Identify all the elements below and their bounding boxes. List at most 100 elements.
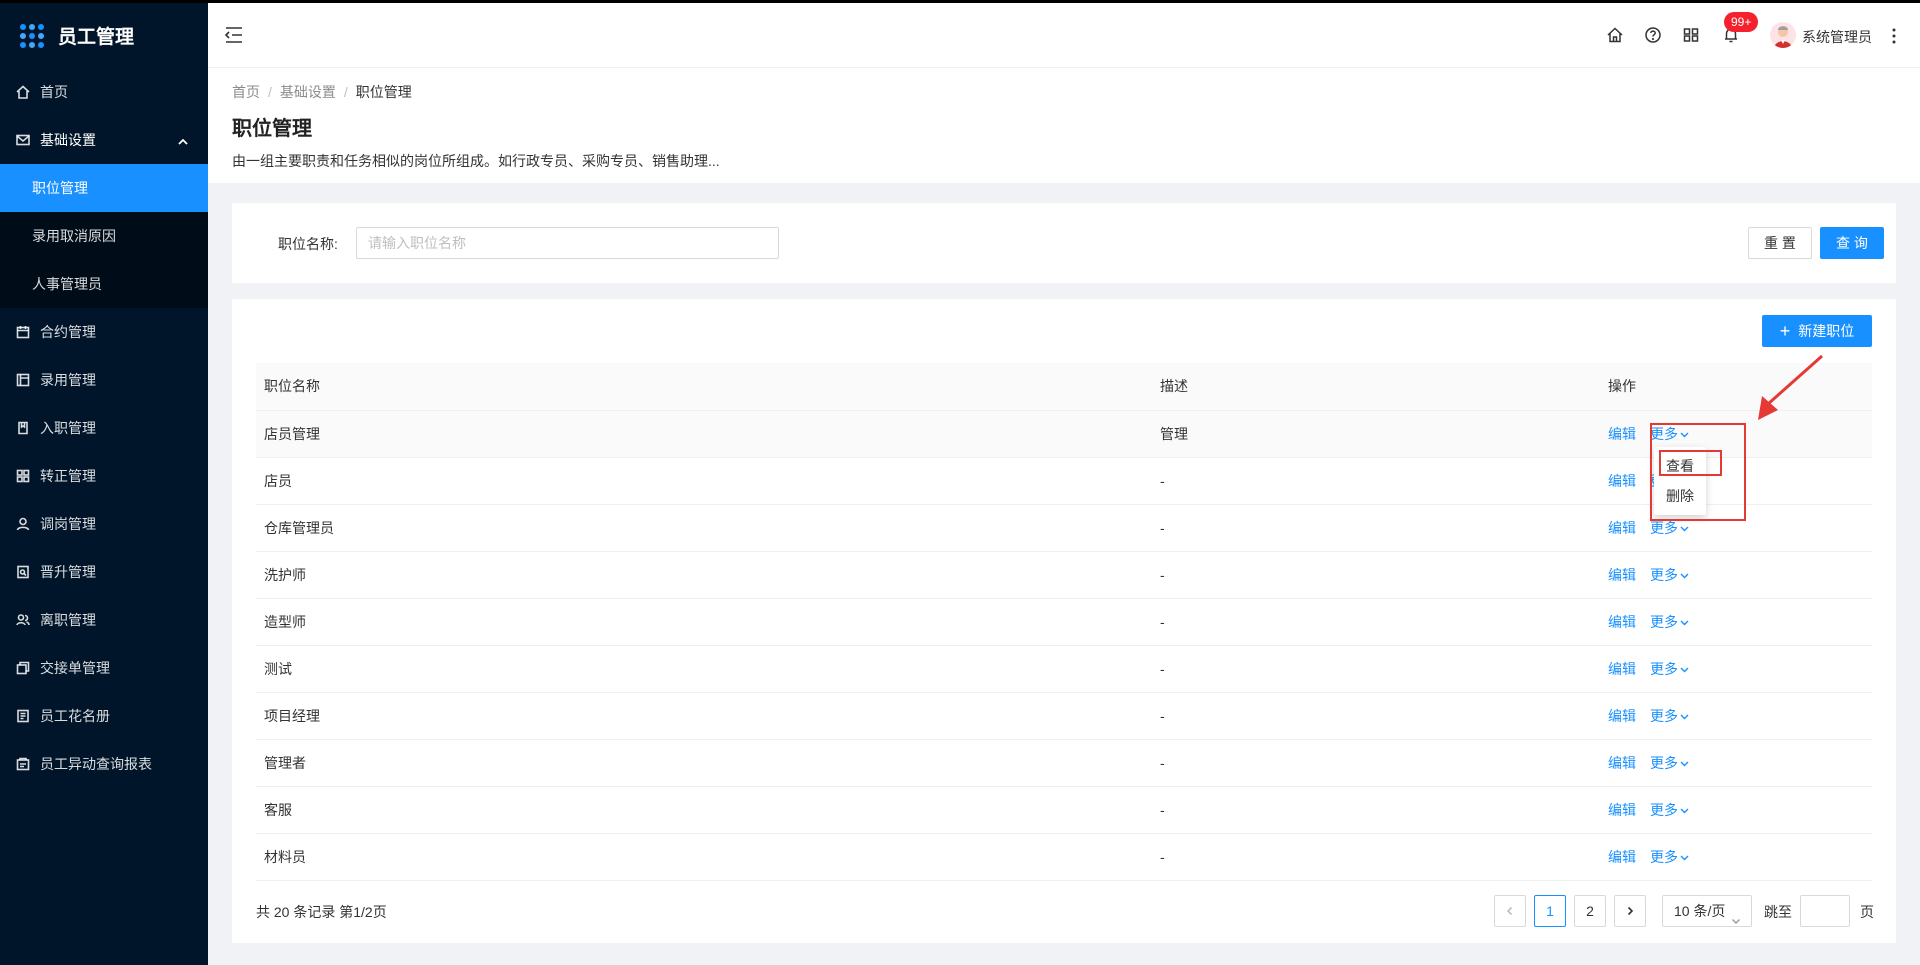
edit-link[interactable]: 编辑: [1608, 755, 1636, 771]
query-button[interactable]: 查 询: [1820, 227, 1884, 259]
sidebar-item-handover[interactable]: 交接单管理: [0, 644, 208, 692]
sidebar-item-label: 转正管理: [40, 468, 96, 484]
cell-position-name: 店员管理: [256, 410, 1152, 458]
sidebar-item-position-management[interactable]: 职位管理: [0, 164, 208, 212]
breadcrumb-home[interactable]: 首页: [232, 84, 260, 100]
chevron-right-icon: [1627, 906, 1634, 916]
more-dropdown-trigger[interactable]: 更多: [1650, 661, 1689, 677]
page-size-select[interactable]: 10 条/页: [1662, 895, 1752, 927]
sidebar-item-contract[interactable]: 合约管理: [0, 308, 208, 356]
app-logo: 员工管理: [0, 0, 208, 68]
page-header: 首页 / 基础设置 / 职位管理 职位管理 由一组主要职责和任务相似的岗位所组成。如行政…: [208, 68, 1920, 183]
notification-badge: 99+: [1724, 12, 1759, 32]
sidebar-item-transfer[interactable]: 调岗管理: [0, 500, 208, 548]
sidebar-item-regularization[interactable]: 转正管理: [0, 452, 208, 500]
edit-link[interactable]: 编辑: [1608, 614, 1636, 630]
user-icon: [16, 517, 30, 531]
chevron-down-icon: [1680, 708, 1689, 719]
sidebar-item-label: 职位管理: [32, 180, 88, 196]
sidebar-item-promotion[interactable]: 晋升管理: [0, 548, 208, 596]
page-button-2[interactable]: 2: [1574, 895, 1606, 927]
more-dropdown-trigger[interactable]: 更多: [1650, 849, 1689, 865]
table-row: 管理者 - 编辑 更多: [256, 739, 1872, 787]
more-dropdown-trigger[interactable]: 更多: [1650, 708, 1689, 724]
home-icon[interactable]: [1606, 26, 1624, 44]
cell-position-name: 测试: [256, 645, 1152, 693]
cell-actions: 编辑更多: [1600, 645, 1872, 693]
more-dropdown-trigger[interactable]: 更多: [1650, 567, 1689, 583]
new-position-button[interactable]: + 新建职位: [1762, 315, 1872, 347]
sidebar-item-basic-settings[interactable]: 基础设置: [0, 116, 208, 164]
help-icon[interactable]: [1644, 26, 1662, 44]
edit-link[interactable]: 编辑: [1608, 802, 1636, 818]
more-dropdown-trigger[interactable]: 更多: [1650, 802, 1689, 818]
more-label: 更多: [1650, 660, 1678, 677]
chevron-down-icon: [1731, 906, 1741, 924]
cell-description: 管理: [1152, 410, 1600, 458]
mail-icon: [16, 133, 30, 147]
sidebar-item-cancel-reasons[interactable]: 录用取消原因: [0, 212, 208, 260]
more-label: 更多: [1650, 566, 1678, 583]
sidebar-item-label: 录用取消原因: [32, 228, 116, 244]
reset-button[interactable]: 重 置: [1748, 227, 1812, 259]
table-card: + 新建职位 职位名称 描述 操作 店员管理管理编辑更多店员-编辑更多仓库管理员…: [232, 299, 1896, 943]
cell-position-name: 洗护师: [256, 551, 1152, 599]
user-name[interactable]: 系统管理员: [1802, 27, 1872, 47]
page-button-1[interactable]: 1: [1534, 895, 1566, 927]
breadcrumb-parent[interactable]: 基础设置: [280, 84, 336, 100]
grid-icon[interactable]: [1682, 26, 1700, 44]
cell-actions: 编辑更多: [1600, 739, 1872, 787]
page-title: 职位管理: [232, 118, 312, 140]
sidebar-item-resignation[interactable]: 离职管理: [0, 596, 208, 644]
sidebar-item-hiring[interactable]: 录用管理: [0, 356, 208, 404]
cell-actions: 编辑更多: [1600, 692, 1872, 740]
prev-page-button[interactable]: [1494, 895, 1526, 927]
edit-link[interactable]: 编辑: [1608, 661, 1636, 677]
edit-link[interactable]: 编辑: [1608, 426, 1636, 442]
table-row: 仓库管理员 - 编辑 更多: [256, 504, 1872, 552]
board-icon: [16, 373, 30, 387]
more-label: 更多: [1650, 707, 1678, 724]
apps-icon: [16, 469, 30, 483]
page-description: 由一组主要职责和任务相似的岗位所组成。如行政专员、采购专员、销售助理...: [232, 153, 720, 169]
sidebar-item-label: 合约管理: [40, 324, 96, 340]
more-vertical-icon[interactable]: [1890, 27, 1898, 45]
plus-icon: +: [1779, 321, 1791, 341]
sidebar-item-onboarding[interactable]: 入职管理: [0, 404, 208, 452]
table-row: 造型师 - 编辑 更多: [256, 598, 1872, 646]
positions-table: 职位名称 描述 操作 店员管理管理编辑更多店员-编辑更多仓库管理员-编辑更多洗护…: [256, 363, 1872, 881]
cell-description: -: [1152, 739, 1600, 787]
more-dropdown-trigger[interactable]: 更多: [1650, 614, 1689, 630]
sidebar-item-roster[interactable]: 员工花名册: [0, 692, 208, 740]
cell-description: -: [1152, 645, 1600, 693]
cell-description: -: [1152, 598, 1600, 646]
sidebar-item-label: 调岗管理: [40, 516, 96, 532]
cell-description: -: [1152, 457, 1600, 505]
edit-link[interactable]: 编辑: [1608, 520, 1636, 536]
next-page-button[interactable]: [1614, 895, 1646, 927]
roster-icon: [16, 709, 30, 723]
position-name-label: 职位名称:: [278, 236, 338, 252]
more-dropdown-trigger[interactable]: 更多: [1650, 520, 1689, 536]
edit-link[interactable]: 编辑: [1608, 567, 1636, 583]
table-row: 客服 - 编辑 更多: [256, 786, 1872, 834]
position-name-input[interactable]: [356, 227, 779, 259]
more-dropdown-trigger[interactable]: 更多: [1650, 755, 1689, 771]
table-row: 测试 - 编辑 更多: [256, 645, 1872, 693]
jump-to-page-input[interactable]: [1800, 895, 1850, 927]
table-row: 店员管理 管理 编辑 更多: [256, 410, 1872, 458]
sidebar-item-change-report[interactable]: 员工异动查询报表: [0, 740, 208, 788]
calendar-icon: [16, 325, 30, 339]
top-header: 99+ 系统管理员: [208, 0, 1920, 68]
sidebar-item-label: 离职管理: [40, 612, 96, 628]
cell-position-name: 造型师: [256, 598, 1152, 646]
book-icon: [16, 421, 30, 435]
edit-link[interactable]: 编辑: [1608, 473, 1636, 489]
edit-link[interactable]: 编辑: [1608, 708, 1636, 724]
page-suffix-label: 页: [1860, 904, 1874, 920]
avatar[interactable]: [1770, 22, 1796, 48]
sidebar-item-home[interactable]: 首页: [0, 68, 208, 116]
sidebar-item-hr-admins[interactable]: 人事管理员: [0, 260, 208, 308]
menu-fold-icon[interactable]: [224, 26, 244, 44]
edit-link[interactable]: 编辑: [1608, 849, 1636, 865]
